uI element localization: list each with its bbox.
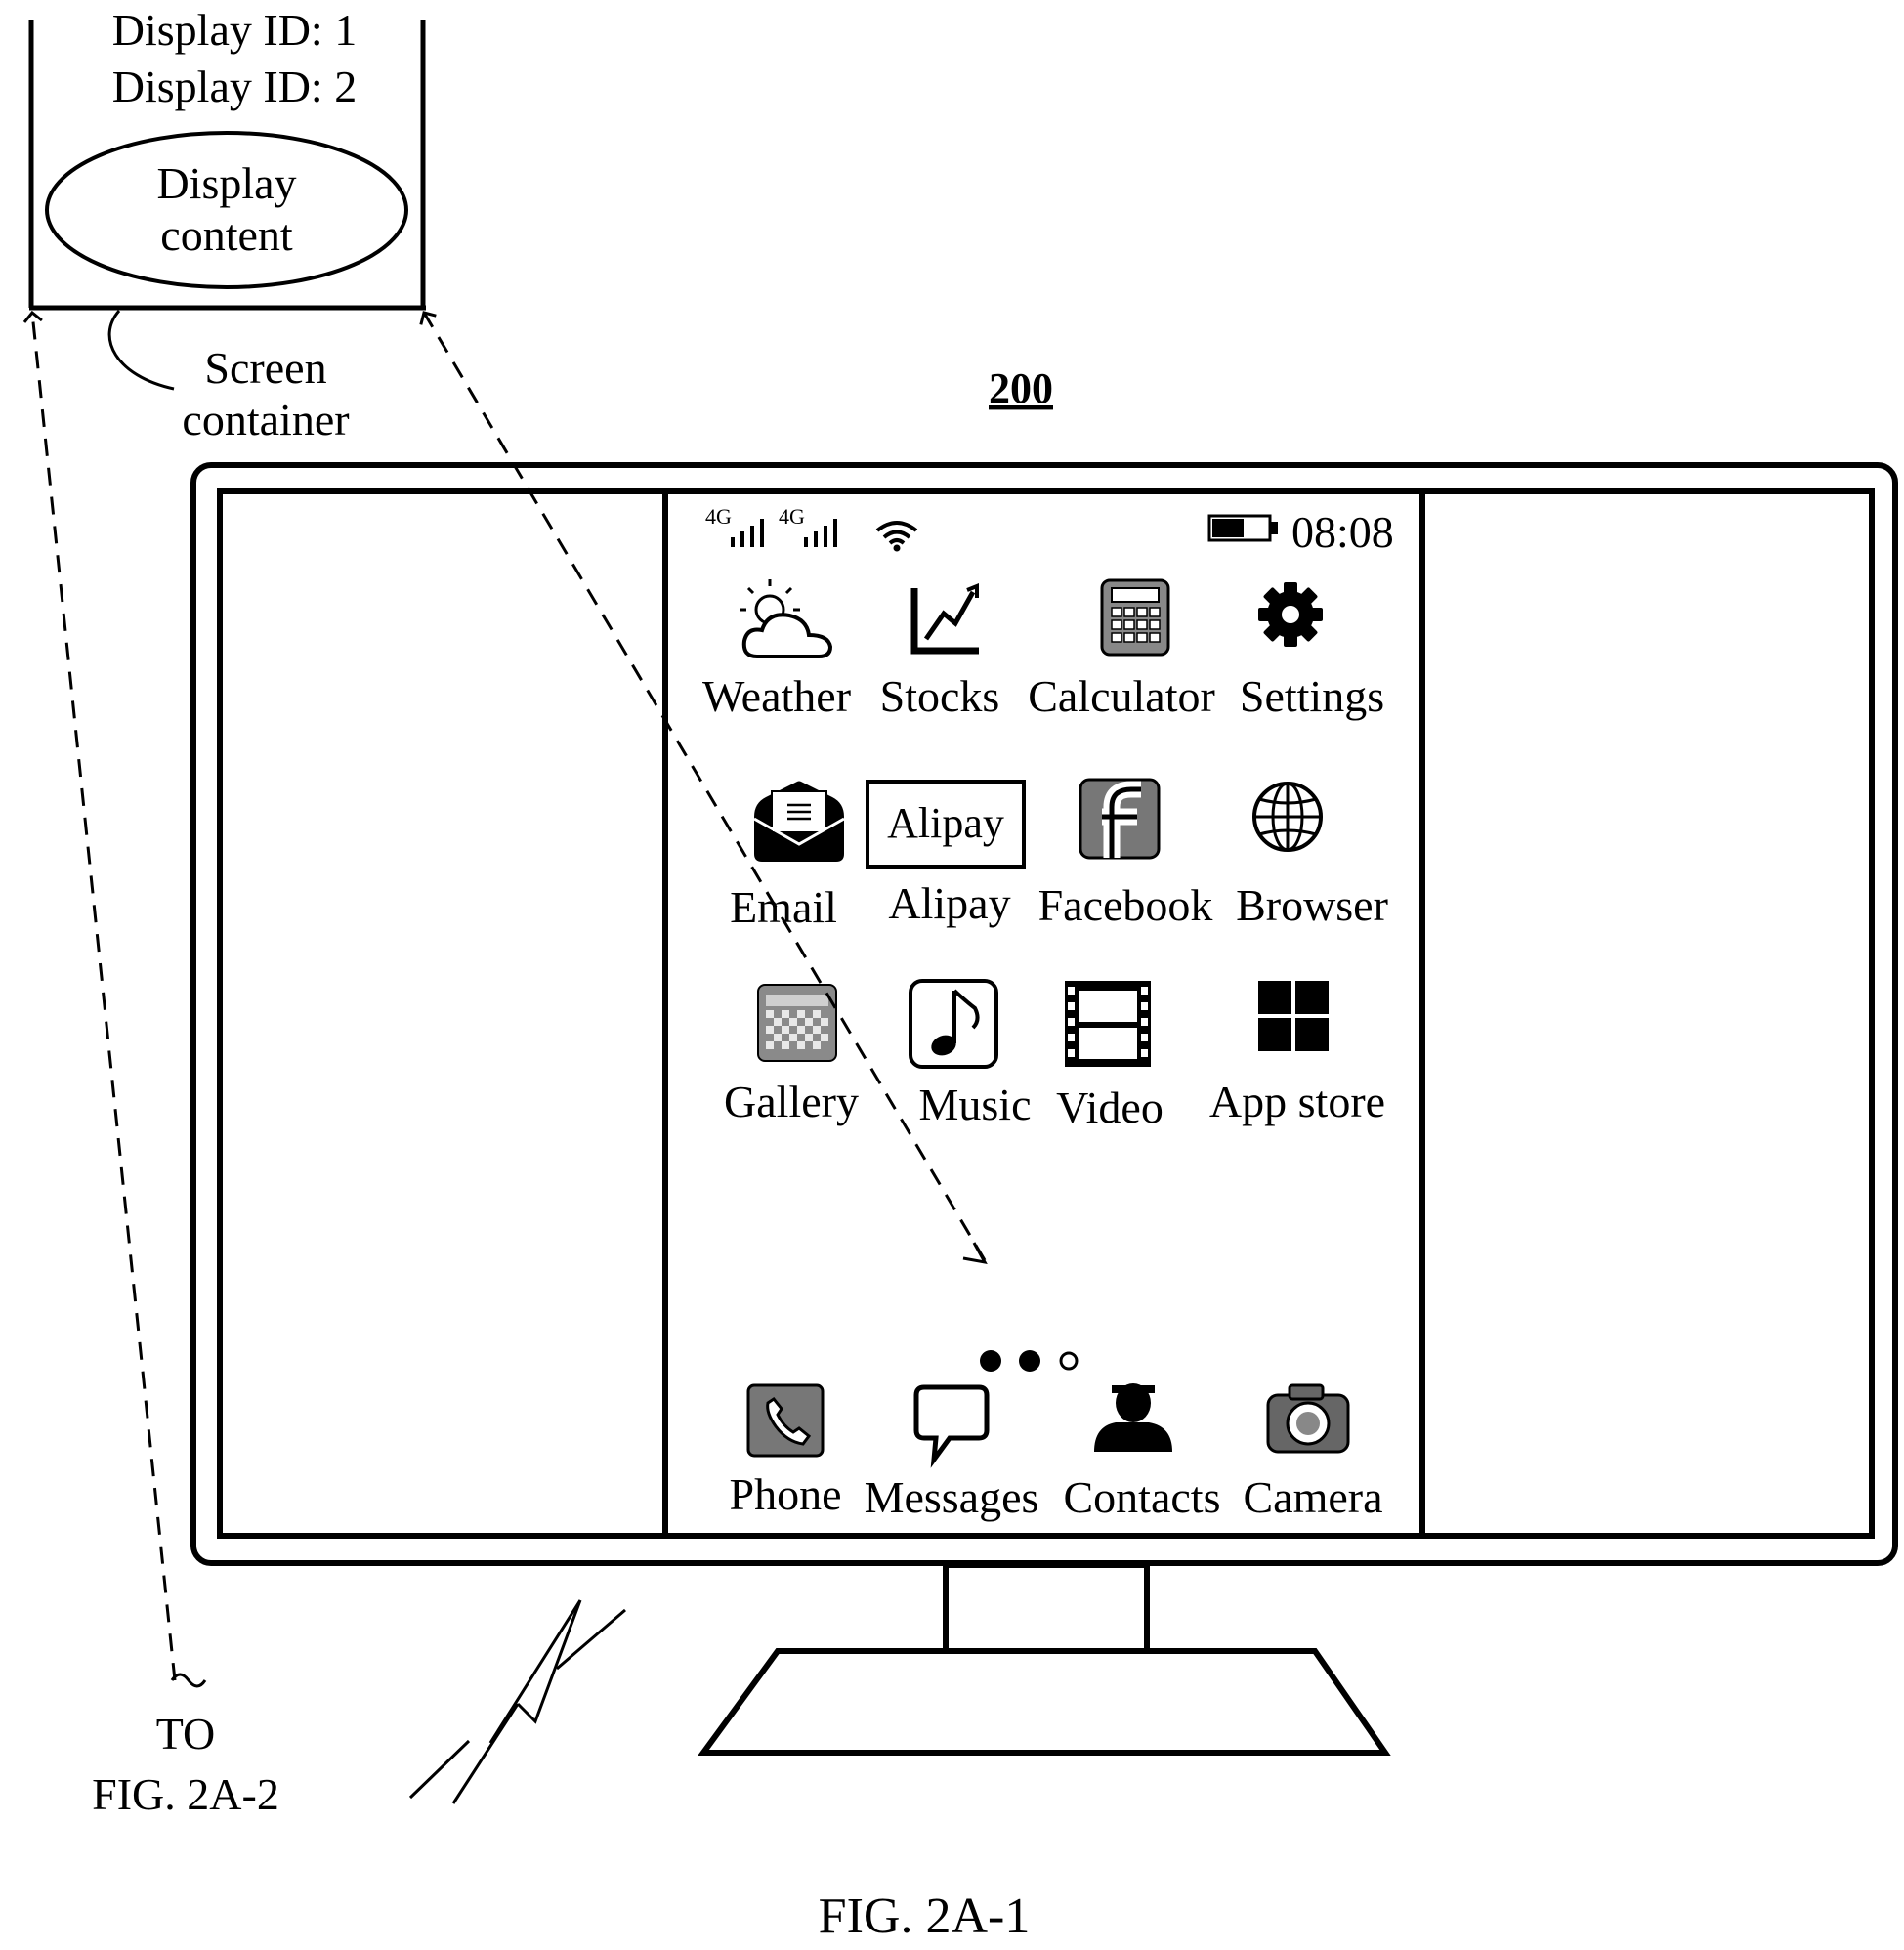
display-id-2-label: Display ID: 2 — [112, 62, 357, 111]
monitor — [193, 465, 1895, 1753]
figure-caption: FIG. 2A-1 — [819, 1888, 1031, 1944]
app-label: Contacts — [1064, 1472, 1221, 1522]
monitor-neck — [946, 1565, 1147, 1651]
app-label: Alipay — [888, 878, 1010, 928]
dock-phone[interactable]: Phone — [730, 1385, 842, 1519]
app-alipay[interactable]: Alipay Alipay — [867, 782, 1024, 928]
network-type-2: 4G — [779, 504, 805, 529]
email-icon — [754, 782, 844, 863]
app-label: Music — [919, 1080, 1032, 1129]
dock-contacts[interactable]: Contacts — [1064, 1383, 1221, 1522]
screen-container-caption-line2: container — [182, 395, 349, 445]
reference-number: 200 — [989, 364, 1053, 412]
globe-icon — [1254, 784, 1321, 850]
battery-icon — [1209, 516, 1278, 540]
page-dot-inactive[interactable] — [1061, 1353, 1077, 1369]
app-label: Settings — [1240, 671, 1384, 721]
app-label: Camera — [1243, 1472, 1382, 1522]
app-app-store[interactable]: App store — [1209, 981, 1385, 1126]
app-facebook[interactable]: f Facebook — [1038, 780, 1213, 930]
screen-container-diagram: Display ID: 1 Display ID: 2 Display cont… — [29, 5, 426, 445]
dock-messages[interactable]: Messages — [865, 1387, 1039, 1522]
screen-container-leader-line — [109, 311, 174, 389]
facebook-icon: f — [1080, 780, 1159, 858]
alipay-icon-text: Alipay — [887, 799, 1004, 847]
app-calculator[interactable]: Calculator — [1028, 580, 1215, 721]
gallery-icon — [758, 985, 836, 1061]
app-label: Facebook — [1038, 880, 1213, 930]
film-icon — [1065, 981, 1151, 1067]
page-dot-active[interactable] — [980, 1350, 1001, 1372]
monitor-screen — [220, 491, 1872, 1536]
continuation-line1: TO — [156, 1709, 216, 1759]
monitor-bezel — [193, 465, 1895, 1563]
app-weather[interactable]: Weather — [702, 579, 851, 721]
app-video[interactable]: Video — [1056, 981, 1164, 1132]
messages-icon — [916, 1387, 987, 1460]
display-content-line1: Display — [156, 158, 296, 208]
display-id-1-label: Display ID: 1 — [112, 5, 357, 55]
continuation-tilde — [172, 1674, 205, 1686]
app-gallery[interactable]: Gallery — [724, 985, 859, 1126]
app-store-icon — [1258, 981, 1329, 1051]
app-email[interactable]: Email — [730, 782, 844, 933]
app-label: Phone — [730, 1469, 842, 1519]
app-settings[interactable]: Settings — [1240, 582, 1384, 721]
app-label: Messages — [865, 1472, 1039, 1522]
weather-icon — [740, 579, 830, 657]
status-time: 08:08 — [1291, 507, 1394, 557]
stocks-icon — [914, 586, 979, 651]
continuation-line2: FIG. 2A-2 — [92, 1769, 279, 1819]
status-bar: 4G 4G 08:08 — [705, 504, 1394, 557]
app-browser[interactable]: Browser — [1236, 784, 1388, 930]
wifi-icon — [877, 523, 916, 552]
music-icon — [910, 981, 996, 1067]
signal-icon — [804, 519, 837, 547]
wireless-link-symbol — [410, 1600, 625, 1803]
app-label: Browser — [1236, 880, 1388, 930]
screen-container-caption-line1: Screen — [204, 343, 326, 393]
app-stocks[interactable]: Stocks — [880, 586, 1000, 721]
page-indicator — [980, 1350, 1077, 1372]
phone-icon — [748, 1385, 823, 1456]
app-label: Weather — [702, 671, 851, 721]
alipay-icon: Alipay — [867, 782, 1024, 867]
calculator-icon — [1102, 580, 1168, 655]
app-music[interactable]: Music — [910, 981, 1032, 1129]
app-label: Email — [730, 882, 837, 932]
dock: Phone Messages Contacts Camera — [730, 1383, 1383, 1522]
dock-camera[interactable]: Camera — [1243, 1385, 1382, 1522]
patent-figure: Display ID: 1 Display ID: 2 Display cont… — [0, 0, 1904, 1950]
camera-icon — [1268, 1385, 1348, 1452]
app-label: App store — [1209, 1077, 1385, 1126]
network-type-1: 4G — [705, 504, 732, 529]
app-label: Calculator — [1028, 671, 1215, 721]
app-label: Stocks — [880, 671, 1000, 721]
gear-icon — [1258, 582, 1323, 647]
display-content-line2: content — [160, 210, 293, 260]
app-label: Video — [1056, 1082, 1164, 1132]
app-label: Gallery — [724, 1077, 859, 1126]
continuation-label: TO FIG. 2A-2 — [92, 1674, 279, 1819]
monitor-stand-base — [703, 1651, 1385, 1753]
page-dot-active[interactable] — [1019, 1350, 1040, 1372]
signal-icon — [731, 519, 764, 547]
app-grid: Weather Stocks Calculator — [702, 579, 1388, 1132]
contacts-icon — [1094, 1383, 1172, 1452]
projection-line-left — [32, 313, 175, 1680]
